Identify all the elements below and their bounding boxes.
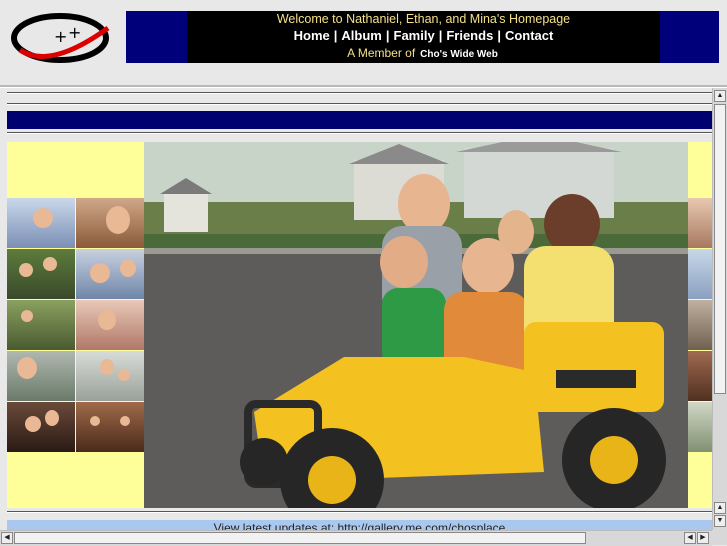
header-frame: + + Welcome to Nathaniel, Ethan, and Min… <box>0 0 727 86</box>
update-link[interactable]: View latest updates at: http://gallery.m… <box>214 521 506 530</box>
arrow-right-icon[interactable]: ▶ <box>697 532 709 544</box>
arrow-up-icon[interactable]: ▲ <box>714 90 726 102</box>
thumbnail-photo[interactable] <box>688 300 712 350</box>
horizontal-rule <box>7 511 712 513</box>
thumbnail-photo[interactable] <box>76 300 144 350</box>
thumbnail-photo[interactable] <box>7 249 75 299</box>
thumbnail-photo[interactable] <box>688 249 712 299</box>
horizontal-rule <box>7 92 712 94</box>
horizontal-scroll-thumb[interactable] <box>14 532 586 544</box>
nav-separator: | <box>497 28 501 43</box>
horizontal-scrollbar[interactable]: ◀ ◀ ▶ <box>0 530 712 546</box>
thumbnail-photo[interactable] <box>688 198 712 248</box>
horizontal-rule <box>7 103 712 105</box>
arrow-up-icon[interactable]: ▲ <box>714 502 726 514</box>
update-bar: View latest updates at: http://gallery.m… <box>7 520 712 530</box>
thumbnail-photo[interactable] <box>7 300 75 350</box>
thumbnail-photo[interactable] <box>7 198 75 248</box>
thumbnail-photo[interactable] <box>76 402 144 452</box>
thumbnail-photo[interactable] <box>688 402 712 452</box>
thumbnail-photo[interactable] <box>76 249 144 299</box>
nav-separator: | <box>333 28 338 43</box>
thumbnail-photo[interactable] <box>7 402 75 452</box>
thumbnail-photo[interactable] <box>76 351 144 401</box>
member-prefix: A Member of <box>347 46 416 60</box>
nav-separator: | <box>438 28 443 43</box>
arrow-left-icon[interactable]: ◀ <box>684 532 696 544</box>
horizontal-rule <box>7 132 712 134</box>
arrow-left-icon[interactable]: ◀ <box>1 532 13 544</box>
ccw-logo-icon[interactable]: + + <box>10 8 112 66</box>
welcome-title: Welcome to Nathaniel, Ethan, and Mina's … <box>276 12 571 26</box>
thumbnail-grid <box>7 198 144 452</box>
thumbnail-photo[interactable] <box>688 351 712 401</box>
main-frame: View latest updates at: http://gallery.m… <box>0 88 712 530</box>
member-site-link[interactable]: Cho's Wide Web <box>420 49 498 60</box>
vertical-scroll-thumb[interactable] <box>714 104 726 394</box>
arrow-down-icon[interactable]: ▼ <box>714 515 726 527</box>
member-line: A Member of Cho's Wide Web <box>126 46 719 60</box>
scroll-corner <box>712 530 727 545</box>
thumbnail-photo[interactable] <box>7 351 75 401</box>
family-photo <box>144 142 688 508</box>
svg-text:+: + <box>68 23 81 42</box>
svg-text:+: + <box>54 27 67 46</box>
nav-friends-link[interactable]: Friends <box>446 28 493 43</box>
nav-family-link[interactable]: Family <box>394 28 435 43</box>
main-nav: Home | Album | Family | Friends | Contact <box>187 28 660 43</box>
right-thumbnail-strip <box>688 198 712 452</box>
nav-contact-link[interactable]: Contact <box>505 28 553 43</box>
nav-separator: | <box>385 28 390 43</box>
nav-album-link[interactable]: Album <box>341 28 381 43</box>
vertical-scrollbar[interactable]: ▲ ▲ ▼ <box>712 88 727 530</box>
thumbnail-photo[interactable] <box>76 198 144 248</box>
blue-bar <box>7 111 712 129</box>
nav-home-link[interactable]: Home <box>294 28 330 43</box>
